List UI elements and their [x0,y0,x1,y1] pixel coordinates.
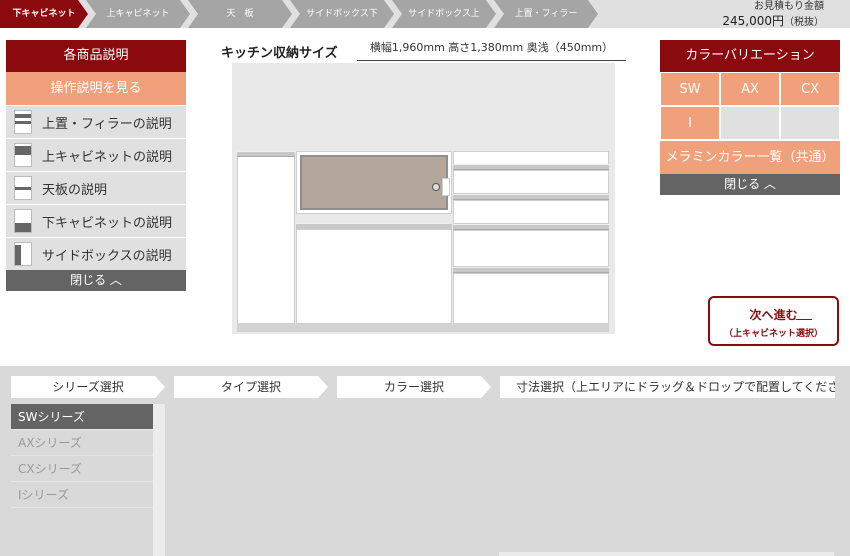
tab-type[interactable]: タイプ選択 [174,376,328,398]
empty-cell [720,106,780,140]
series-item-i[interactable]: Iシリーズ [11,482,153,508]
shelf-opening [300,155,448,210]
desc-item-filler[interactable]: 上置・フィラーの説明 [6,105,186,138]
drawer-handle [442,178,450,196]
series-item-sw[interactable]: SWシリーズ [11,404,153,430]
color-grid: SW AX CX I [660,72,840,140]
cabinet-rail [237,151,295,157]
desc-item-label: 上キャビネットの説明 [42,149,173,165]
next-button-label: 次へ進む [749,308,798,322]
color-cx-button[interactable]: CX [780,72,840,106]
tab-series[interactable]: シリーズ選択 [11,376,165,398]
page-title: キッチン収納サイズ [221,46,338,61]
step-lower-cabinet[interactable]: 下キャビネット [0,0,88,28]
layout-canvas[interactable] [232,63,615,334]
lower-cabinet-icon [14,209,32,233]
desc-item-top-board[interactable]: 天板の説明 [6,171,186,204]
estimate: お見積もり金額 245,000円（税抜） [722,0,824,29]
color-sw-button[interactable]: SW [660,72,720,106]
drawer-2[interactable] [453,170,609,194]
desc-item-side-box[interactable]: サイドボックスの説明 [6,237,186,270]
desc-item-label: 上置・フィラーの説明 [42,116,172,132]
empty-cell [780,106,840,140]
estimate-tax: （税抜） [784,17,824,28]
side-box-icon [14,242,32,266]
drawer-4[interactable] [453,230,609,267]
close-panel-button[interactable]: 閉じる ︿ [6,270,186,291]
selection-area: シリーズ選択 タイプ選択 カラー選択 寸法選択（上エリアにドラッグ＆ドロップで配… [0,366,850,556]
panel-title: 各商品説明 [6,40,186,72]
product-description-panel: 各商品説明 操作説明を見る 上置・フィラーの説明 上キャビネットの説明 天板の説… [6,40,186,291]
top-board-icon [14,176,32,200]
next-button[interactable]: 次へ進む （上キャビネット選択） [708,296,839,346]
upper-cabinet-icon [14,143,32,167]
desc-item-label: サイドボックスの説明 [42,248,172,264]
desc-item-upper-cabinet[interactable]: 上キャビネットの説明 [6,138,186,171]
color-panel-title: カラーバリエーション [660,40,840,72]
tab-color[interactable]: カラー選択 [337,376,491,398]
scrollbar[interactable] [153,404,165,556]
size-readout: 横幅1,960mm 高さ1,380mm 奥浅（450mm） [357,40,626,61]
step-side-box-lower[interactable]: サイドボックス下 [290,0,394,28]
series-list: SWシリーズ AXシリーズ CXシリーズ Iシリーズ [11,404,153,556]
melamine-color-list-button[interactable]: メラミンカラー一覧（共通） [660,140,840,174]
series-item-ax[interactable]: AXシリーズ [11,430,153,456]
desc-item-label: 天板の説明 [42,182,108,198]
horizontal-scrollbar[interactable] [499,552,834,556]
desc-item-lower-cabinet[interactable]: 下キャビネットの説明 [6,204,186,237]
step-filler[interactable]: 上置・フィラー [494,0,598,28]
next-button-sub: （上キャビネット選択） [723,329,823,339]
plinth [237,324,609,332]
estimate-label: お見積もり金額 [754,1,824,12]
filler-icon [14,110,32,134]
step-bar: 下キャビネット 上キャビネット 天 板 サイドボックス下 サイドボックス上 上置… [0,0,850,28]
color-ax-button[interactable]: AX [720,72,780,106]
color-i-button[interactable]: I [660,106,720,140]
color-variation-panel: カラーバリエーション SW AX CX I メラミンカラー一覧（共通） 閉じる … [660,40,840,195]
arrow-right-icon [796,314,812,320]
tab-size[interactable]: 寸法選択（上エリアにドラッグ＆ドロップで配置してください） [500,376,835,398]
desc-item-label: 下キャビネットの説明 [42,215,173,231]
step-upper-cabinet[interactable]: 上キャビネット [86,0,190,28]
close-color-panel-button[interactable]: 閉じる ︿ [660,174,840,195]
step-top-board[interactable]: 天 板 [188,0,292,28]
drawer-3[interactable] [453,200,609,224]
estimate-amount: 245,000円 [722,14,784,28]
knob-icon [432,183,440,191]
step-side-box-upper[interactable]: サイドボックス上 [392,0,496,28]
lower-door-cabinet[interactable] [296,229,452,324]
drawer-5[interactable] [453,273,609,324]
series-item-cx[interactable]: CXシリーズ [11,456,153,482]
manual-button[interactable]: 操作説明を見る [6,72,186,105]
tall-cabinet[interactable] [237,151,295,324]
